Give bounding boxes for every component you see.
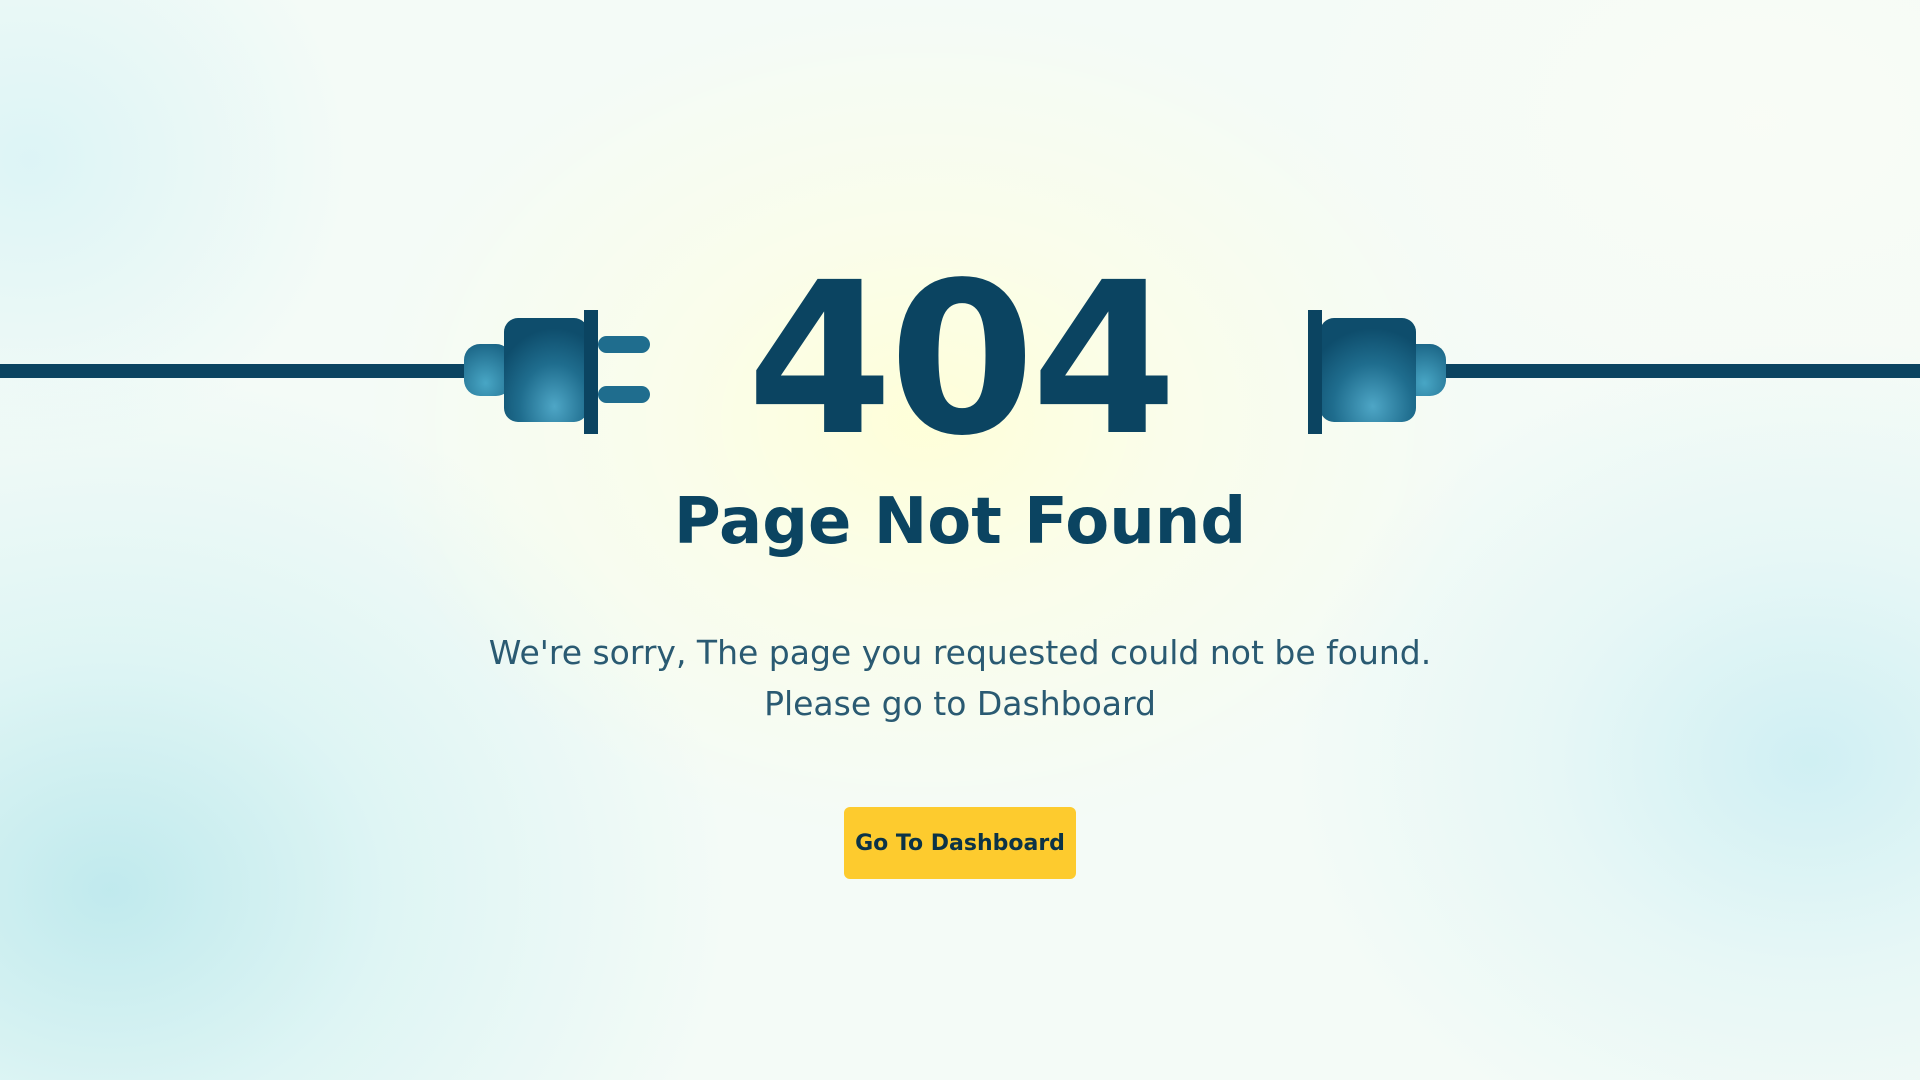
- error-message: We're sorry, The page you requested coul…: [0, 627, 1920, 729]
- error-message-line-2: Please go to Dashboard: [764, 684, 1156, 723]
- page-title: Page Not Found: [673, 485, 1247, 559]
- error-message-line-1: We're sorry, The page you requested coul…: [488, 633, 1432, 672]
- go-to-dashboard-button[interactable]: Go To Dashboard: [844, 807, 1076, 879]
- error-code: 404: [746, 237, 1177, 482]
